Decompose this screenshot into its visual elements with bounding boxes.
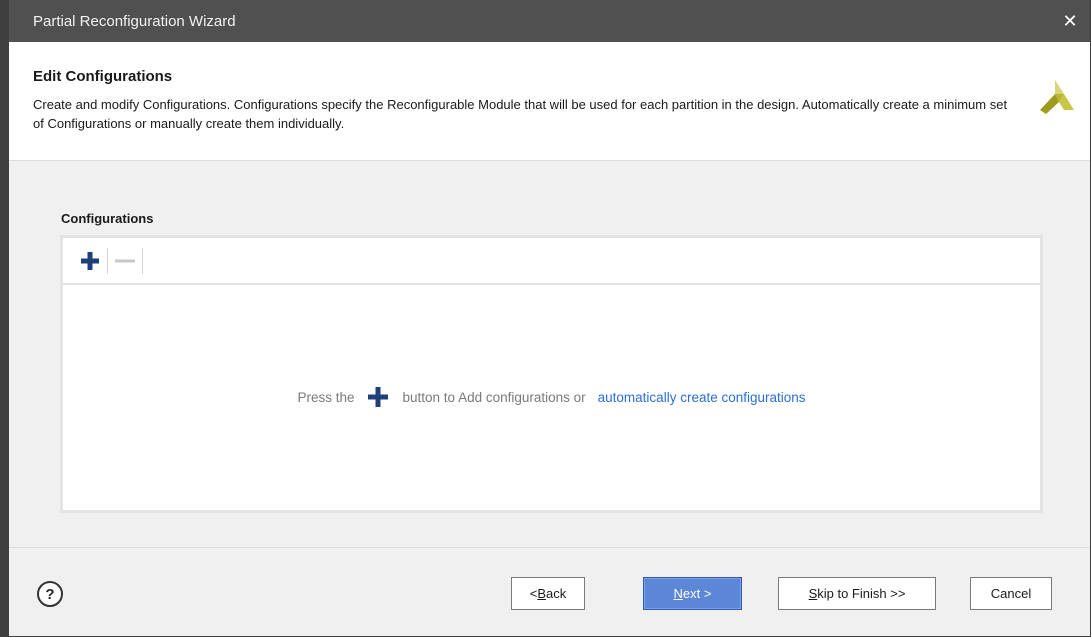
back-label-key: B: [537, 586, 547, 601]
xilinx-logo-icon: [1040, 80, 1074, 114]
next-label-rest: ext >: [682, 586, 712, 601]
configurations-label: Configurations: [61, 211, 154, 226]
plus-icon: [81, 251, 99, 270]
plus-icon: [367, 386, 389, 408]
skip-label-rest: kip to Finish >>: [817, 586, 906, 601]
back-label-rest: ack: [546, 586, 567, 601]
empty-message-suffix: button to Add configurations or: [402, 389, 586, 405]
back-button[interactable]: < Back: [511, 577, 585, 610]
auto-create-configurations-link[interactable]: automatically create configurations: [598, 390, 806, 405]
add-configuration-button[interactable]: [73, 245, 107, 277]
cancel-button[interactable]: Cancel: [970, 577, 1052, 610]
close-icon[interactable]: ✕: [1050, 0, 1090, 42]
toolbar-separator: [142, 247, 143, 274]
page-title: Edit Configurations: [33, 68, 173, 85]
minus-icon: [115, 259, 135, 262]
page-description: Create and modify Configurations. Config…: [33, 97, 1008, 131]
title-bar: Partial Reconfiguration Wizard ✕: [9, 0, 1090, 42]
configurations-panel: Press the button to Add configurations o…: [60, 235, 1043, 513]
next-label-key: N: [673, 586, 683, 601]
empty-message-prefix: Press the: [297, 389, 355, 405]
content-area: Configurations Press the button to Add c…: [9, 162, 1090, 548]
window-title: Partial Reconfiguration Wizard: [33, 12, 236, 30]
skip-label-key: S: [808, 586, 818, 601]
wizard-footer: ? < Back Next > Skip to Finish >> Cancel: [9, 549, 1090, 636]
back-label-pre: <: [529, 586, 538, 601]
configurations-toolbar: [63, 238, 1040, 285]
remove-configuration-button[interactable]: [108, 245, 142, 277]
next-button[interactable]: Next >: [643, 577, 742, 610]
empty-state-message: Press the button to Add configurations o…: [63, 386, 1040, 408]
wizard-window: Partial Reconfiguration Wizard ✕ Edit Co…: [0, 0, 1091, 637]
skip-to-finish-button[interactable]: Skip to Finish >>: [778, 577, 936, 610]
help-button[interactable]: ?: [37, 581, 63, 607]
page-header: Edit Configurations Create and modify Co…: [9, 42, 1090, 161]
